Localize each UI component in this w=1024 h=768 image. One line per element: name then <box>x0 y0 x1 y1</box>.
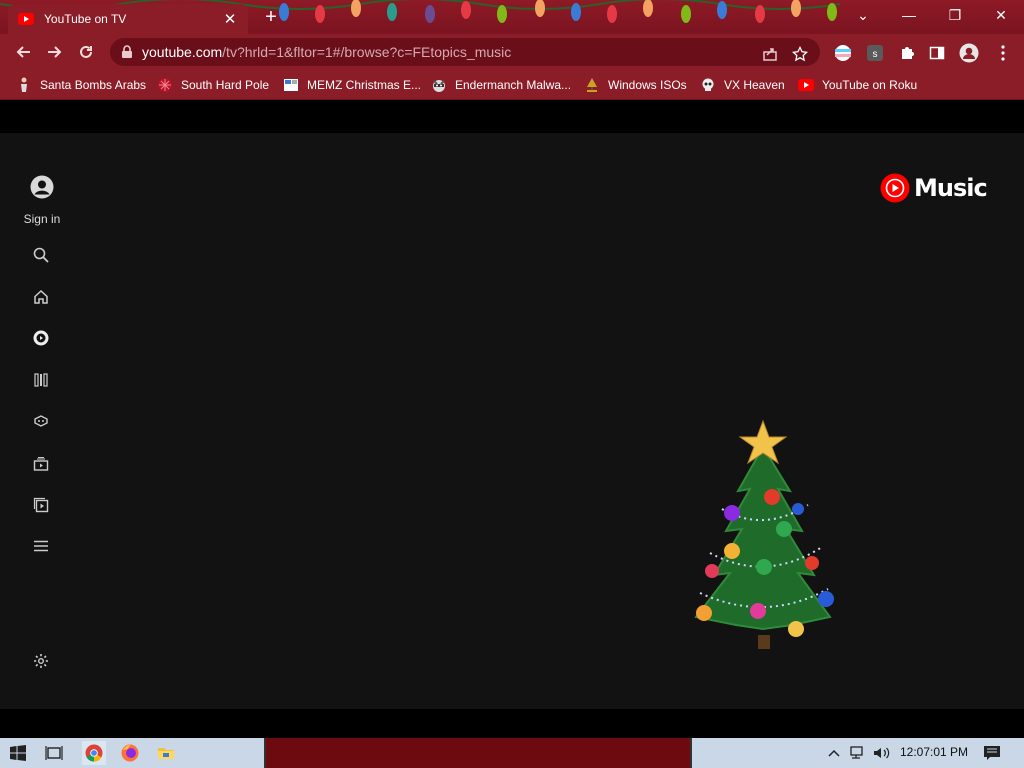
subscriptions-icon[interactable] <box>31 454 51 474</box>
home-icon[interactable] <box>31 287 51 307</box>
restore-button[interactable]: ❐ <box>932 0 978 30</box>
library-icon[interactable] <box>31 370 51 390</box>
reload-button[interactable] <box>74 40 98 64</box>
chrome-icon[interactable] <box>82 741 106 765</box>
back-button[interactable] <box>12 40 36 64</box>
taskbar-clock[interactable]: 12:07:01 PM <box>900 745 968 759</box>
task-view-icon[interactable] <box>42 741 66 765</box>
minimize-button[interactable]: — <box>886 0 932 30</box>
extensions-puzzle-icon[interactable] <box>896 42 918 64</box>
new-tab-button[interactable]: + <box>260 6 282 28</box>
share-icon[interactable] <box>760 44 780 64</box>
network-icon[interactable] <box>846 741 870 765</box>
settings-icon[interactable] <box>31 651 51 671</box>
sign-in-label: Sign in <box>23 212 61 226</box>
extension-s-icon[interactable]: s <box>864 42 886 64</box>
show-hidden-icons-icon[interactable] <box>822 741 846 765</box>
figure-icon <box>16 77 32 93</box>
youtube-icon <box>798 77 814 93</box>
bookmarks-bar: Santa Bombs Arabs South Hard Pole MEMZ C… <box>0 70 1024 100</box>
gaming-icon[interactable] <box>31 411 51 431</box>
tab-search-button[interactable]: ⌄ <box>840 0 886 30</box>
forward-icon <box>48 46 62 58</box>
windows-taskbar: 12:07:01 PM <box>0 738 1024 768</box>
bookmark-item[interactable]: South Hard Pole <box>157 76 269 94</box>
menu-icon[interactable] <box>31 536 51 556</box>
browser-toolbar: youtube.com/tv?hrld=1&fltor=1#/browse?c=… <box>0 34 1024 70</box>
sign-in-button[interactable]: Sign in <box>14 175 70 226</box>
back-icon <box>16 46 30 58</box>
playlist-icon[interactable] <box>31 495 51 515</box>
side-panel-icon[interactable] <box>926 42 948 64</box>
browser-titlebar: YouTube on TV ✕ + ⌄ — ❐ ✕ <box>0 0 1024 34</box>
volume-icon[interactable] <box>870 741 894 765</box>
tree-icon <box>584 77 600 93</box>
address-url: youtube.com/tv?hrld=1&fltor=1#/browse?c=… <box>142 44 511 60</box>
forward-button[interactable] <box>42 40 66 64</box>
lock-icon <box>122 45 132 58</box>
address-host: youtube.com <box>142 44 223 60</box>
address-bar[interactable]: youtube.com/tv?hrld=1&fltor=1#/browse?c=… <box>110 38 820 66</box>
bookmark-item[interactable]: Santa Bombs Arabs <box>16 76 146 94</box>
youtube-favicon-icon <box>18 13 34 25</box>
file-explorer-icon[interactable] <box>154 741 178 765</box>
bookmark-item[interactable]: Windows ISOs <box>584 76 687 94</box>
snowflake-icon <box>157 77 173 93</box>
youtube-music-logo: Music <box>880 173 988 203</box>
bookmark-label: Windows ISOs <box>608 78 687 92</box>
sidebar: Sign in <box>0 133 84 709</box>
skull-icon <box>700 77 716 93</box>
account-icon <box>30 175 54 199</box>
taskbar-window-area <box>264 738 692 768</box>
page-icon <box>283 77 299 93</box>
profile-flag-icon[interactable] <box>832 42 854 64</box>
notifications-icon[interactable] <box>980 741 1004 765</box>
svg-text:s: s <box>873 49 878 60</box>
tab-title: YouTube on TV <box>44 12 127 26</box>
bookmark-item[interactable]: Endermanch Malwa... <box>431 76 571 94</box>
reload-icon <box>80 45 92 58</box>
firefox-icon[interactable] <box>118 741 142 765</box>
address-path: /tv?hrld=1&fltor=1#/browse?c=FEtopics_mu… <box>222 44 512 60</box>
bookmark-item[interactable]: MEMZ Christmas E... <box>283 76 421 94</box>
close-window-button[interactable]: ✕ <box>978 0 1024 30</box>
tab-close-icon[interactable]: ✕ <box>222 10 238 28</box>
youtube-music-icon <box>880 173 910 203</box>
search-icon[interactable] <box>31 245 51 265</box>
page-viewport: Sign in Music <box>0 101 1024 738</box>
youtube-tv-app: Sign in Music <box>0 133 1024 709</box>
christmas-tree-decoration <box>694 419 834 649</box>
browser-tab[interactable]: YouTube on TV ✕ <box>8 4 248 34</box>
raccoon-icon <box>431 77 447 93</box>
bookmark-item[interactable]: YouTube on Roku <box>798 76 917 94</box>
profile-avatar-icon[interactable] <box>958 42 980 64</box>
brand-word: Music <box>914 174 988 202</box>
bookmark-item[interactable]: VX Heaven <box>700 76 785 94</box>
kebab-menu-icon[interactable] <box>992 42 1014 64</box>
music-icon[interactable] <box>31 328 51 348</box>
bookmark-label: Endermanch Malwa... <box>455 78 572 92</box>
bookmark-label: MEMZ Christmas E... <box>307 78 422 92</box>
bookmark-label: Santa Bombs Arabs <box>40 78 147 92</box>
bookmark-label: VX Heaven <box>724 78 785 92</box>
bookmark-label: South Hard Pole <box>181 78 270 92</box>
bookmark-label: YouTube on Roku <box>822 78 918 92</box>
windows-start-icon[interactable] <box>6 741 30 765</box>
bookmark-star-icon[interactable] <box>790 44 810 64</box>
